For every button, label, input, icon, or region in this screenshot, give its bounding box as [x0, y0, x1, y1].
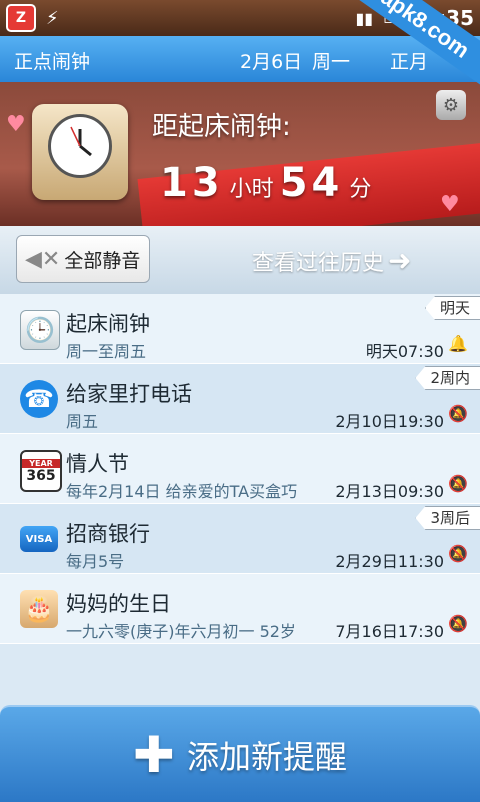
app-title: 正点闹钟	[14, 51, 91, 73]
list-item[interactable]: YEAR 365 情人节 每年2月14日 给亲爱的TA买盒巧 2月13日09:3…	[0, 434, 480, 504]
item-title: 妈妈的生日	[66, 592, 171, 616]
calendar-year-label: YEAR	[22, 458, 60, 468]
next-alarm-banner[interactable]: ♥ ♥ ♥ 距起床闹钟: 13 小时 54 分 ⚙	[0, 82, 480, 226]
item-title: 招商银行	[66, 522, 150, 546]
status-left: Z ⚡	[6, 4, 59, 32]
item-subtitle: 周五	[66, 412, 99, 431]
item-subtitle: 一九六零(庚子)年六月初一 52岁	[66, 622, 296, 641]
signal-icon: ▮▮	[355, 8, 374, 28]
list-item[interactable]: VISA 招商银行 每月5号 2月29日11:30 🔕 3周后	[0, 504, 480, 574]
list-item[interactable]: 🕒 起床闹钟 周一至周五 明天07:30 🔔 明天	[0, 294, 480, 364]
hours-unit: 小时	[229, 177, 274, 202]
phone-icon: ☎	[20, 380, 58, 418]
heart-icon: ♥	[440, 192, 460, 217]
app-notification-icon: Z	[6, 4, 36, 32]
item-subtitle: 每年2月14日 给亲爱的TA买盒巧	[66, 482, 298, 501]
item-subtitle: 每月5号	[66, 552, 125, 571]
item-time: 2月29日11:30	[335, 552, 444, 571]
calendar-365-label: 365	[26, 467, 56, 484]
plus-icon: ✚	[133, 725, 175, 784]
item-tag: 明天	[424, 296, 480, 320]
list-item[interactable]: ☎ 给家里打电话 周五 2月10日19:30 🔕 2周内	[0, 364, 480, 434]
alarm-clock-icon: 🕒	[20, 310, 60, 350]
banner-title: 距起床闹钟:	[152, 112, 291, 142]
list-item[interactable]: 🎂 妈妈的生日 一九六零(庚子)年六月初一 52岁 7月16日17:30 🔕	[0, 574, 480, 644]
bell-muted-icon[interactable]: 🔕	[448, 544, 468, 564]
usb-icon: ⚡	[46, 7, 59, 29]
action-bar: ◀✕ 全部静音 查看过往历史 ➜	[0, 226, 480, 294]
history-link[interactable]: 查看过往历史 ➜	[252, 245, 411, 277]
birthday-cake-icon: 🎂	[20, 590, 58, 628]
bell-on-icon[interactable]: 🔔	[448, 334, 468, 354]
mute-all-label: 全部静音	[64, 249, 141, 272]
item-title: 起床闹钟	[66, 312, 150, 336]
add-reminder-button[interactable]: ✚ 添加新提醒	[0, 705, 480, 802]
bell-muted-icon[interactable]: 🔕	[448, 614, 468, 634]
item-tag: 3周后	[415, 506, 480, 530]
settings-icon[interactable]: ⚙	[436, 90, 466, 120]
header-lunar: 正月	[390, 51, 429, 73]
title-bar: 正点闹钟 2月6日 周一 正月	[0, 36, 480, 82]
calendar-365-icon: YEAR 365	[20, 450, 62, 492]
add-reminder-label: 添加新提醒	[186, 737, 347, 776]
bell-muted-icon[interactable]: 🔕	[448, 474, 468, 494]
clock-icon	[32, 104, 128, 200]
item-title: 给家里打电话	[66, 382, 192, 406]
history-label: 查看过往历史	[252, 251, 385, 276]
item-time: 2月13日09:30	[335, 482, 444, 501]
bell-muted-icon[interactable]: 🔕	[448, 404, 468, 424]
card-brand-label: VISA	[25, 533, 53, 545]
header-date: 2月6日	[240, 51, 303, 73]
item-time: 明天07:30	[365, 342, 444, 361]
item-time: 2月10日19:30	[335, 412, 444, 431]
item-time: 7月16日17:30	[335, 622, 444, 641]
clock-hands	[70, 126, 92, 157]
header-weekday: 周一	[312, 51, 351, 73]
item-tag: 2周内	[415, 366, 480, 390]
heart-icon: ♥	[6, 112, 26, 137]
arrow-right-icon: ➜	[388, 244, 412, 277]
speaker-mute-icon: ◀✕	[25, 246, 61, 272]
minutes-unit: 分	[349, 177, 372, 202]
countdown: 13 小时 54 分	[160, 160, 377, 206]
countdown-minutes: 54	[279, 160, 344, 206]
alarm-list: 🕒 起床闹钟 周一至周五 明天07:30 🔔 明天 ☎ 给家里打电话 周五 2月…	[0, 294, 480, 644]
item-subtitle: 周一至周五	[66, 342, 147, 361]
credit-card-icon: VISA	[20, 526, 58, 552]
mute-all-button[interactable]: ◀✕ 全部静音	[16, 235, 150, 283]
countdown-hours: 13	[160, 160, 224, 206]
item-title: 情人节	[66, 452, 129, 476]
